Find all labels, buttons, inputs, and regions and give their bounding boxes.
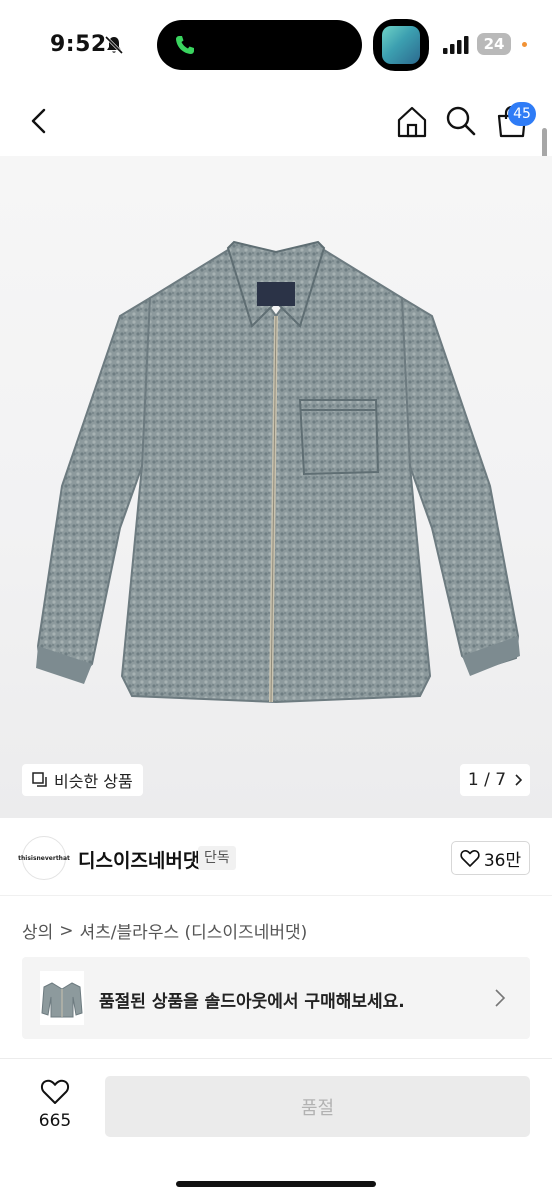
charging-indicator (522, 42, 527, 47)
soldout-promo-banner[interactable]: 품절된 상품을 솔드아웃에서 구매해보세요. (22, 957, 530, 1039)
brand-name[interactable]: 디스이즈네버댓 (78, 846, 200, 873)
exclusive-badge: 단독 (198, 846, 236, 870)
live-activity-thumbnail[interactable] (373, 19, 429, 71)
phone-icon (176, 36, 194, 54)
chevron-right-icon (495, 989, 506, 1007)
soldout-promo-text: 품절된 상품을 솔드아웃에서 구매해보세요. (99, 992, 405, 1012)
breadcrumb: 상의 > 셔츠/블라우스 (디스이즈네버댓) (22, 918, 308, 944)
top-navigation (0, 92, 552, 156)
brand-row: thisisneverthat 디스이즈네버댓 단독 36만 (0, 830, 552, 886)
product-image-gallery[interactable]: 비슷한 상품 1 / 7 (0, 156, 552, 818)
similar-products-label: 비슷한 상품 (54, 772, 133, 791)
breadcrumb-subcategory[interactable]: 셔츠/블라우스 (디스이즈네버댓) (80, 918, 308, 943)
similar-products-button[interactable]: 비슷한 상품 (22, 764, 143, 796)
product-image (36, 240, 520, 704)
status-time: 9:52 (50, 32, 107, 57)
chevron-right-icon (515, 774, 523, 786)
page-indicator-text: 1 / 7 (467, 770, 507, 790)
home-indicator[interactable] (176, 1181, 376, 1187)
chevron-left-icon[interactable] (22, 104, 56, 138)
bell-slash-icon (104, 35, 124, 55)
heart-icon (460, 849, 480, 867)
wishlist-count: 665 (38, 1111, 72, 1131)
status-bar: 9:52 24 (0, 0, 552, 92)
section-divider (0, 895, 552, 896)
purchase-button-label: 품절 (300, 1097, 335, 1119)
home-icon[interactable] (394, 104, 430, 140)
brand-like-count: 36만 (483, 850, 522, 871)
heart-icon (40, 1079, 70, 1104)
cart-count-badge: 45 (508, 102, 536, 126)
copy-icon (32, 772, 47, 787)
breadcrumb-separator: > (59, 920, 74, 941)
bottom-bar-divider (0, 1058, 552, 1059)
brand-logo[interactable]: thisisneverthat (18, 836, 70, 880)
search-icon[interactable] (444, 104, 478, 138)
breadcrumb-category[interactable]: 상의 (22, 918, 53, 943)
soldout-purchase-button[interactable]: 품절 (105, 1076, 530, 1137)
image-page-indicator[interactable]: 1 / 7 (460, 764, 530, 796)
wishlist-button[interactable]: 665 (26, 1078, 84, 1134)
battery-icon: 24 (477, 33, 511, 55)
app-artwork (382, 26, 420, 64)
dynamic-island[interactable] (157, 20, 362, 70)
brand-like-button[interactable]: 36만 (451, 841, 530, 875)
product-thumbnail (40, 971, 84, 1025)
signal-icon (443, 36, 469, 54)
